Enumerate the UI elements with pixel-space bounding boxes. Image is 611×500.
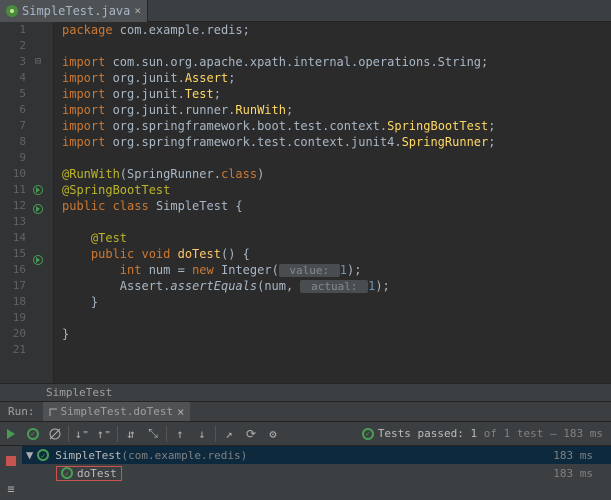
editor-tab-simpletest[interactable]: SimpleTest.java × xyxy=(0,0,148,22)
tab-filename: SimpleTest.java xyxy=(22,4,130,18)
collapse-all-button[interactable]: ⤡ xyxy=(142,423,164,445)
layout-button[interactable]: ≡ xyxy=(0,478,22,500)
export-results-button[interactable]: ↗ xyxy=(218,423,240,445)
test-method-name: doTest xyxy=(77,467,117,480)
check-ring-icon xyxy=(27,428,39,440)
import-history-button[interactable]: ⟳ xyxy=(240,423,262,445)
rerun-button[interactable] xyxy=(0,423,22,445)
show-ignored-button[interactable] xyxy=(44,423,66,445)
run-gutter-icon[interactable] xyxy=(33,204,43,214)
next-failed-button[interactable]: ↓ xyxy=(191,423,213,445)
test-status-text: Tests passed: 1 of 1 test – 183 ms xyxy=(362,427,611,440)
close-icon[interactable]: × xyxy=(177,405,184,419)
editor-tabs: SimpleTest.java × xyxy=(0,0,611,22)
fold-icon[interactable]: ⊟ xyxy=(30,54,46,70)
test-tree-child-row[interactable]: doTest 183 ms xyxy=(22,464,611,482)
run-toolwindow-body: ≡ ▼ SimpleTest (com.example.redis) 183 m… xyxy=(0,445,611,500)
test-class-name: SimpleTest xyxy=(55,449,121,462)
chevron-down-icon[interactable]: ▼ xyxy=(26,448,33,462)
check-ring-icon xyxy=(362,428,374,440)
java-class-icon xyxy=(6,5,18,17)
previous-failed-button[interactable]: ↑ xyxy=(169,423,191,445)
run-tab[interactable]: SimpleTest.doTest × xyxy=(43,402,191,422)
test-duration: 183 ms xyxy=(553,449,611,462)
check-ring-icon xyxy=(37,449,49,461)
sort-by-duration-button[interactable]: ↑⁼ xyxy=(93,423,115,445)
test-package-name: (com.example.redis) xyxy=(121,449,247,462)
run-label: Run: xyxy=(0,405,43,418)
show-passed-button[interactable] xyxy=(22,423,44,445)
run-tab-name: SimpleTest.doTest xyxy=(61,405,174,418)
fold-gutter xyxy=(46,22,54,383)
run-gutter-icon[interactable] xyxy=(33,255,43,265)
check-ring-icon xyxy=(61,467,73,479)
highlighted-test: doTest xyxy=(56,466,122,481)
stop-icon xyxy=(6,456,16,466)
test-config-icon xyxy=(49,408,57,416)
test-tree-root-row[interactable]: ▼ SimpleTest (com.example.redis) 183 ms xyxy=(22,446,611,464)
run-toolbar: ↓⁼ ↑⁼ ⇵ ⤡ ↑ ↓ ↗ ⟳ ⚙ Tests passed: 1 of 1… xyxy=(0,421,611,445)
gutter-icons: ⊟ xyxy=(30,22,46,383)
close-icon[interactable]: × xyxy=(134,4,141,17)
stop-button[interactable] xyxy=(0,450,22,472)
run-vertical-toolbar: ≡ xyxy=(0,446,22,500)
eye-off-icon xyxy=(48,427,62,441)
breadcrumb[interactable]: SimpleTest xyxy=(0,383,611,401)
run-gutter-icon[interactable] xyxy=(33,185,43,195)
code-editor[interactable]: 123 456 789 101112 131415 161718 192021 … xyxy=(0,22,611,383)
code-content[interactable]: package com.example.redis; import com.su… xyxy=(54,22,611,383)
test-duration: 183 ms xyxy=(553,467,611,480)
sort-alphabetically-button[interactable]: ↓⁼ xyxy=(71,423,93,445)
line-number-gutter: 123 456 789 101112 131415 161718 192021 xyxy=(0,22,30,383)
run-toolwindow-header: Run: SimpleTest.doTest × xyxy=(0,401,611,421)
play-icon xyxy=(7,429,15,439)
breadcrumb-class[interactable]: SimpleTest xyxy=(46,386,112,399)
expand-all-button[interactable]: ⇵ xyxy=(120,423,142,445)
settings-button[interactable]: ⚙ xyxy=(262,423,284,445)
test-tree[interactable]: ▼ SimpleTest (com.example.redis) 183 ms … xyxy=(22,446,611,500)
